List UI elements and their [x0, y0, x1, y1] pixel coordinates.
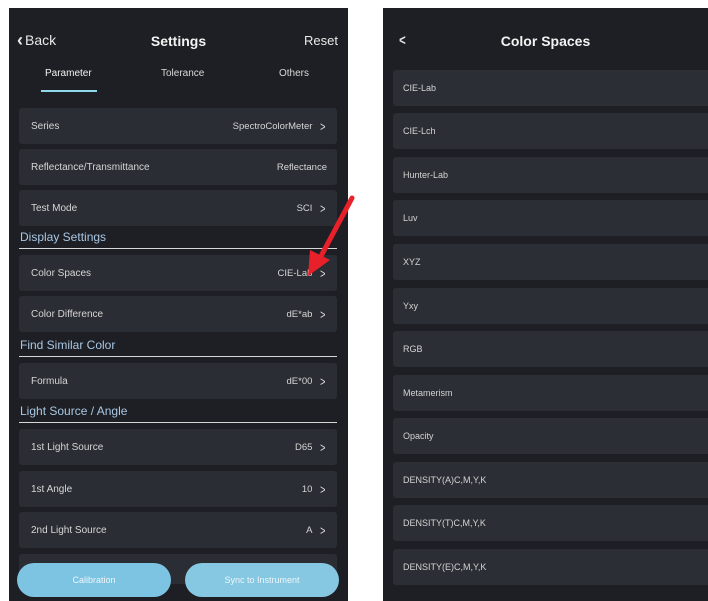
row-2nd-light-source[interactable]: 2nd Light Source A > [19, 512, 337, 548]
sync-to-instrument-button[interactable]: Sync to Instrument [185, 563, 339, 597]
row-formula[interactable]: Formula dE*00 > [19, 363, 337, 399]
list-item[interactable]: CIE-Lch [393, 113, 708, 149]
list-item-label: Hunter-Lab [403, 170, 449, 180]
list-item[interactable]: DENSITY(E)C,M,Y,K [393, 549, 708, 585]
chevron-right-icon: > [320, 373, 326, 389]
tab-tolerance[interactable]: Tolerance [161, 68, 204, 79]
list-item-label: Yxy [403, 301, 419, 311]
section-find-similar-color: Find Similar Color [20, 338, 116, 352]
list-item[interactable]: XYZ [393, 244, 708, 280]
row-value: dE*00 [286, 375, 313, 387]
section-light-source-angle: Light Source / Angle [20, 404, 128, 418]
row-value: dE*ab [286, 308, 313, 320]
color-spaces-screen: < Color Spaces CIE-Lab CIE-Lch Hunter-La… [383, 8, 708, 601]
row-1st-light-source[interactable]: 1st Light Source D65 > [19, 429, 337, 465]
list-item[interactable]: Metamerism [393, 375, 708, 411]
chevron-right-icon: > [320, 306, 326, 322]
list-item-label: XYZ [403, 257, 421, 267]
list-item-label: Opacity [403, 431, 434, 441]
chevron-right-icon: > [320, 439, 326, 455]
row-reflectance-transmittance[interactable]: Reflectance/Transmittance Reflectance [19, 149, 337, 185]
row-value: A [306, 524, 313, 536]
row-label: Color Difference [31, 308, 104, 320]
page-title: Settings [150, 33, 207, 49]
row-label: Test Mode [31, 202, 78, 214]
chevron-right-icon: > [320, 522, 326, 538]
list-item[interactable]: DENSITY(T)C,M,Y,K [393, 505, 708, 541]
calibration-button[interactable]: Calibration [17, 563, 171, 597]
settings-nav-bar: ‹ Back Settings Reset [9, 8, 348, 68]
list-item-label: CIE-Lch [403, 126, 436, 136]
active-tab-indicator [41, 90, 97, 92]
row-series[interactable]: Series SpectroColorMeter > [19, 108, 337, 144]
row-label: 1st Angle [31, 483, 73, 495]
list-item[interactable]: RGB [393, 331, 708, 367]
list-item-label: DENSITY(A)C,M,Y,K [403, 475, 487, 485]
list-item-label: DENSITY(E)C,M,Y,K [403, 562, 487, 572]
chevron-right-icon: > [320, 481, 326, 497]
section-divider [19, 356, 337, 357]
settings-tabs: Parameter Tolerance Others [9, 66, 348, 96]
list-item[interactable]: Luv [393, 200, 708, 236]
row-label: 1st Light Source [31, 441, 104, 453]
row-value: Reflectance [276, 161, 327, 173]
row-color-difference[interactable]: Color Difference dE*ab > [19, 296, 337, 332]
list-item-label: Metamerism [403, 388, 453, 398]
section-display-settings: Display Settings [20, 230, 107, 244]
list-item-label: Luv [403, 213, 418, 223]
row-label: Color Spaces [31, 267, 92, 279]
row-label: 2nd Light Source [31, 524, 107, 536]
list-item-label: CIE-Lab [403, 83, 437, 93]
row-label: Formula [31, 375, 68, 387]
page-title: Color Spaces [500, 33, 591, 49]
list-item[interactable]: Hunter-Lab [393, 157, 708, 193]
red-arrow-annotation [308, 195, 355, 276]
list-item[interactable]: Yxy [393, 288, 708, 324]
settings-screen: ‹ Back Settings Reset Parameter Toleranc… [9, 8, 348, 601]
row-value: D65 [294, 441, 313, 453]
color-spaces-nav-bar: < Color Spaces [383, 8, 708, 68]
row-value: SpectroColorMeter [232, 120, 313, 132]
reset-button[interactable]: Reset [304, 33, 338, 48]
row-1st-angle[interactable]: 1st Angle 10 > [19, 471, 337, 507]
section-divider [19, 422, 337, 423]
row-label: Reflectance/Transmittance [31, 161, 150, 173]
row-label: Series [31, 120, 60, 132]
list-item[interactable]: Opacity [393, 418, 708, 454]
row-value: 10 [301, 483, 313, 495]
list-item[interactable]: DENSITY(A)C,M,Y,K [393, 462, 708, 498]
chevron-right-icon: > [320, 118, 326, 134]
list-item-label: DENSITY(T)C,M,Y,K [403, 518, 486, 528]
list-item[interactable]: CIE-Lab [393, 70, 708, 106]
tab-others[interactable]: Others [279, 68, 309, 79]
list-item-label: RGB [403, 344, 423, 354]
tab-parameter[interactable]: Parameter [45, 68, 92, 79]
